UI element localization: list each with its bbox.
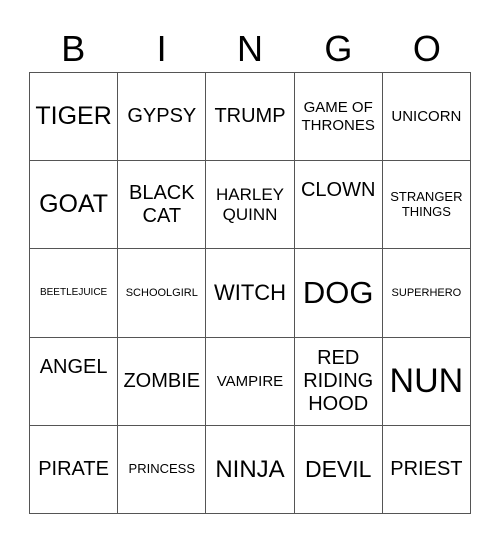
header-letter-g: G xyxy=(324,28,353,69)
bingo-cell[interactable]: ZOMBIE xyxy=(118,337,207,426)
cell-text: UNICORN xyxy=(391,107,462,125)
cell-text: CLOWN xyxy=(300,179,376,202)
cell-text: NUN xyxy=(389,361,464,400)
cell-text: ANGEL xyxy=(39,355,108,378)
cell-text: SUPERHERO xyxy=(391,286,462,299)
cell-text: ZOMBIE xyxy=(123,369,201,392)
cell-text: VAMPIRE xyxy=(216,372,284,390)
cell-text: GOAT xyxy=(39,190,109,219)
cell-text: GYPSY xyxy=(127,105,197,128)
bingo-cell[interactable]: CLOWN xyxy=(294,161,383,250)
header-letter-o: O xyxy=(412,28,441,69)
bingo-grid: TIGER GYPSY TRUMP GAME OF THRONES UNICOR… xyxy=(29,72,471,514)
bingo-cell[interactable]: DEVIL xyxy=(294,425,383,514)
cell-text: TIGER xyxy=(35,102,112,131)
cell-text: DEVIL xyxy=(304,456,372,483)
header-letter-i: I xyxy=(156,28,167,69)
cell-text: PRINCESS xyxy=(128,460,196,476)
bingo-cell[interactable]: WITCH xyxy=(206,249,295,338)
bingo-cell[interactable]: TRUMP xyxy=(206,73,295,162)
bingo-cell[interactable]: DOG xyxy=(294,249,383,338)
cell-text: RED RIDING HOOD xyxy=(303,346,374,415)
bingo-cell[interactable]: SCHOOLGIRL xyxy=(118,249,207,338)
cell-text: STRANGER THINGS xyxy=(390,188,463,219)
bingo-cell[interactable]: RED RIDING HOOD xyxy=(294,337,383,426)
bingo-cell[interactable]: BEETLEJUICE xyxy=(30,249,119,338)
bingo-cell[interactable]: GOAT xyxy=(30,161,119,250)
bingo-cell[interactable]: STRANGER THINGS xyxy=(382,161,471,250)
bingo-cell[interactable]: BLACK CAT xyxy=(118,161,207,250)
header-letter-n: N xyxy=(237,28,264,69)
bingo-cell[interactable]: SUPERHERO xyxy=(382,249,471,338)
bingo-cell[interactable]: NUN xyxy=(382,337,471,426)
cell-text: HARLEY QUINN xyxy=(215,185,284,224)
bingo-cell[interactable]: PIRATE xyxy=(30,425,119,514)
bingo-cell[interactable]: PRIEST xyxy=(382,425,471,514)
cell-text: BEETLEJUICE xyxy=(39,287,108,299)
bingo-cell[interactable]: HARLEY QUINN xyxy=(206,161,295,250)
bingo-cell[interactable]: GAME OF THRONES xyxy=(294,73,383,162)
cell-text: PIRATE xyxy=(38,457,109,480)
cell-text: NINJA xyxy=(215,455,285,483)
bingo-cell[interactable]: PRINCESS xyxy=(118,425,207,514)
cell-text: GAME OF THRONES xyxy=(301,99,375,134)
cell-text: PRIEST xyxy=(390,457,463,480)
bingo-cell[interactable]: ANGEL xyxy=(30,337,119,426)
cell-text: WITCH xyxy=(213,280,287,306)
header-letter-b: B xyxy=(61,28,86,69)
bingo-cell[interactable]: NINJA xyxy=(206,425,295,514)
bingo-cell[interactable]: UNICORN xyxy=(382,73,471,162)
cell-text: BLACK CAT xyxy=(128,181,195,227)
cell-text: DOG xyxy=(302,275,374,311)
cell-text: SCHOOLGIRL xyxy=(125,286,198,299)
bingo-header: B I N G O xyxy=(29,26,471,72)
bingo-cell[interactable]: GYPSY xyxy=(118,73,207,162)
bingo-cell[interactable]: TIGER xyxy=(30,73,119,162)
cell-text: TRUMP xyxy=(214,105,286,128)
bingo-cell[interactable]: VAMPIRE xyxy=(206,337,295,426)
